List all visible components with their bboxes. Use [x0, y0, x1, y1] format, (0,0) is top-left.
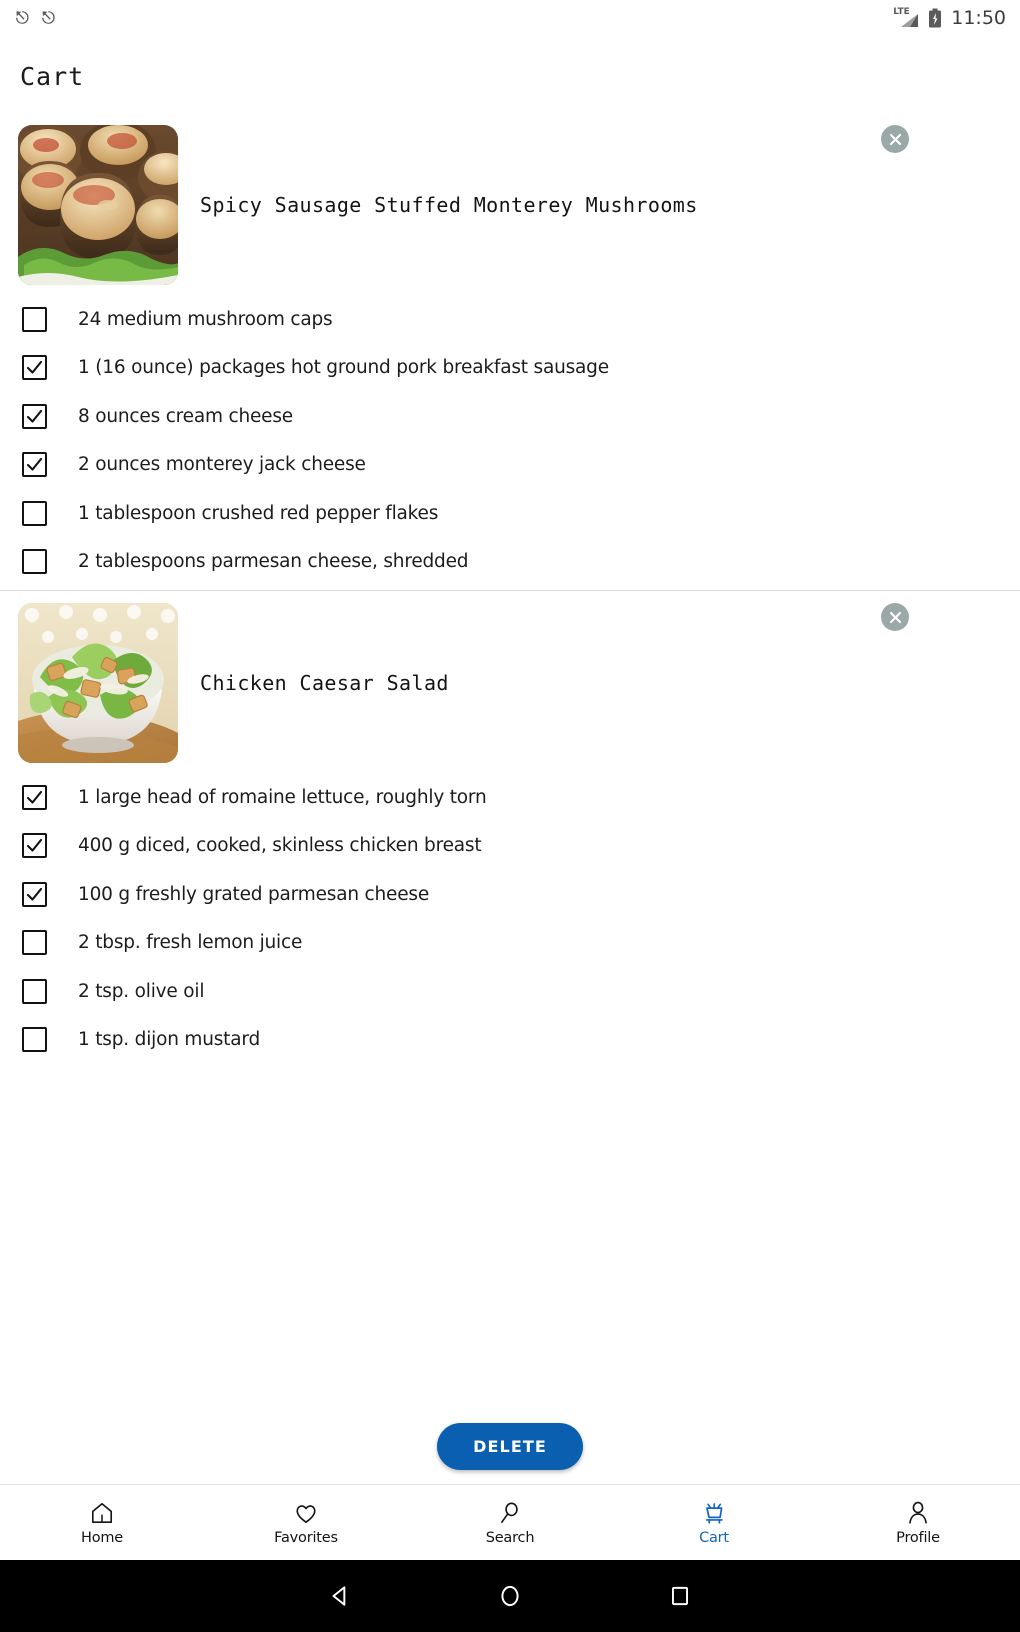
ingredient-label: 2 ounces monterey jack cheese [78, 454, 366, 476]
search-icon [501, 1502, 518, 1523]
ingredient-label: 24 medium mushroom caps [78, 308, 333, 330]
cart-item-card: Chicken Caesar Salad 1 large head of rom… [0, 590, 1020, 1068]
ingredient-checkbox[interactable] [22, 881, 47, 907]
nav-label-favorites: Favorites [274, 1529, 338, 1546]
nav-item-cart[interactable]: Cart [612, 1500, 816, 1546]
ingredient-row[interactable]: 2 tsp. olive oil [0, 967, 1020, 1016]
ingredient-row[interactable]: 1 (16 ounce) packages hot ground pork br… [0, 344, 1020, 393]
ingredient-row[interactable]: 400 g diced, cooked, skinless chicken br… [0, 822, 1020, 871]
status-bar-left: ⎋ ⎋ [16, 8, 55, 27]
bottom-navigation: Home Favorites Search Cart Profile [0, 1484, 1020, 1560]
ingredient-row[interactable]: 1 tsp. dijon mustard [0, 1016, 1020, 1065]
ingredient-row[interactable]: 100 g freshly grated parmesan cheese [0, 870, 1020, 919]
shopping-cart-icon [705, 1502, 723, 1524]
page-title: Cart [20, 62, 85, 91]
signal-bars-icon: LTE [893, 8, 919, 28]
nav-item-profile[interactable]: Profile [816, 1500, 1020, 1546]
app-root: ⎋ ⎋ LTE 11:50 Cart Spicy Sausage Stuffed… [0, 0, 1020, 1632]
recents-square-icon[interactable] [663, 1579, 697, 1613]
ingredient-checkbox[interactable] [22, 306, 47, 332]
ingredient-checkbox[interactable] [22, 1027, 47, 1053]
ingredient-checkbox[interactable] [22, 784, 47, 810]
heart-icon [296, 1505, 316, 1523]
recipe-title: Spicy Sausage Stuffed Monterey Mushrooms [200, 193, 698, 217]
home-circle-icon[interactable] [493, 1579, 527, 1613]
nav-item-home[interactable]: Home [0, 1500, 204, 1546]
recipe-thumbnail[interactable] [18, 125, 178, 285]
nfc-icon: ⎋ [42, 8, 55, 27]
cart-item-card: Spicy Sausage Stuffed Monterey Mushrooms… [0, 113, 1020, 590]
nav-item-favorites[interactable]: Favorites [204, 1500, 408, 1546]
recipe-title: Chicken Caesar Salad [200, 671, 449, 695]
close-circle-icon[interactable] [881, 125, 909, 153]
ingredient-label: 1 tsp. dijon mustard [78, 1029, 260, 1051]
ingredient-label: 2 tsp. olive oil [78, 980, 205, 1002]
ingredient-checkbox[interactable] [22, 833, 47, 859]
ingredient-checkbox[interactable] [22, 452, 47, 478]
nav-label-profile: Profile [896, 1529, 940, 1546]
ingredient-row[interactable]: 1 tablespoon crushed red pepper flakes [0, 489, 1020, 538]
nav-item-search[interactable]: Search [408, 1500, 612, 1546]
ingredient-label: 1 tablespoon crushed red pepper flakes [78, 502, 439, 524]
status-bar-right: LTE 11:50 [893, 8, 1006, 28]
ingredient-list: 1 large head of romaine lettuce, roughly… [0, 773, 1020, 1068]
ingredient-row[interactable]: 2 ounces monterey jack cheese [0, 441, 1020, 490]
network-type-label: LTE [893, 7, 910, 17]
ingredient-label: 100 g freshly grated parmesan cheese [78, 883, 430, 905]
status-bar-clock: 11:50 [951, 6, 1006, 29]
cart-content: Spicy Sausage Stuffed Monterey Mushrooms… [0, 113, 1020, 1484]
cart-item-header: Chicken Caesar Salad [0, 591, 1020, 773]
nav-label-search: Search [485, 1529, 535, 1546]
ingredient-label: 2 tablespoons parmesan cheese, shredded [78, 551, 469, 573]
ingredient-checkbox[interactable] [22, 930, 47, 956]
person-icon [909, 1501, 927, 1524]
android-system-nav-bar [0, 1560, 1020, 1632]
ingredient-label: 1 (16 ounce) packages hot ground pork br… [78, 357, 609, 379]
ingredient-row[interactable]: 24 medium mushroom caps [0, 295, 1020, 344]
ingredient-row[interactable]: 2 tablespoons parmesan cheese, shredded [0, 538, 1020, 587]
ingredient-row[interactable]: 8 ounces cream cheese [0, 392, 1020, 441]
ingredient-label: 2 tbsp. fresh lemon juice [78, 932, 303, 954]
status-bar: ⎋ ⎋ LTE 11:50 [0, 0, 1020, 36]
delete-button-container: DELETE [0, 1423, 1020, 1470]
ingredient-checkbox[interactable] [22, 978, 47, 1004]
ingredient-label: 8 ounces cream cheese [78, 405, 293, 427]
close-circle-icon[interactable] [881, 603, 909, 631]
delete-button[interactable]: DELETE [437, 1423, 583, 1470]
ingredient-checkbox[interactable] [22, 355, 47, 381]
ingredient-row[interactable]: 2 tbsp. fresh lemon juice [0, 919, 1020, 968]
battery-charging-icon [929, 8, 942, 28]
ingredient-label: 400 g diced, cooked, skinless chicken br… [78, 835, 482, 857]
ingredient-checkbox[interactable] [22, 403, 47, 429]
back-triangle-icon[interactable] [323, 1579, 357, 1613]
cart-item-header: Spicy Sausage Stuffed Monterey Mushrooms [0, 113, 1020, 295]
ingredient-checkbox[interactable] [22, 549, 47, 575]
ingredient-label: 1 large head of romaine lettuce, roughly… [78, 786, 487, 808]
ingredient-row[interactable]: 1 large head of romaine lettuce, roughly… [0, 773, 1020, 822]
nav-label-home: Home [80, 1529, 124, 1546]
nfc-icon: ⎋ [16, 8, 29, 27]
ingredient-checkbox[interactable] [22, 500, 47, 526]
home-icon [91, 1502, 113, 1523]
nav-label-cart: Cart [699, 1529, 729, 1546]
recipe-thumbnail[interactable] [18, 603, 178, 763]
ingredient-list: 24 medium mushroom caps 1 (16 ounce) pac… [0, 295, 1020, 590]
